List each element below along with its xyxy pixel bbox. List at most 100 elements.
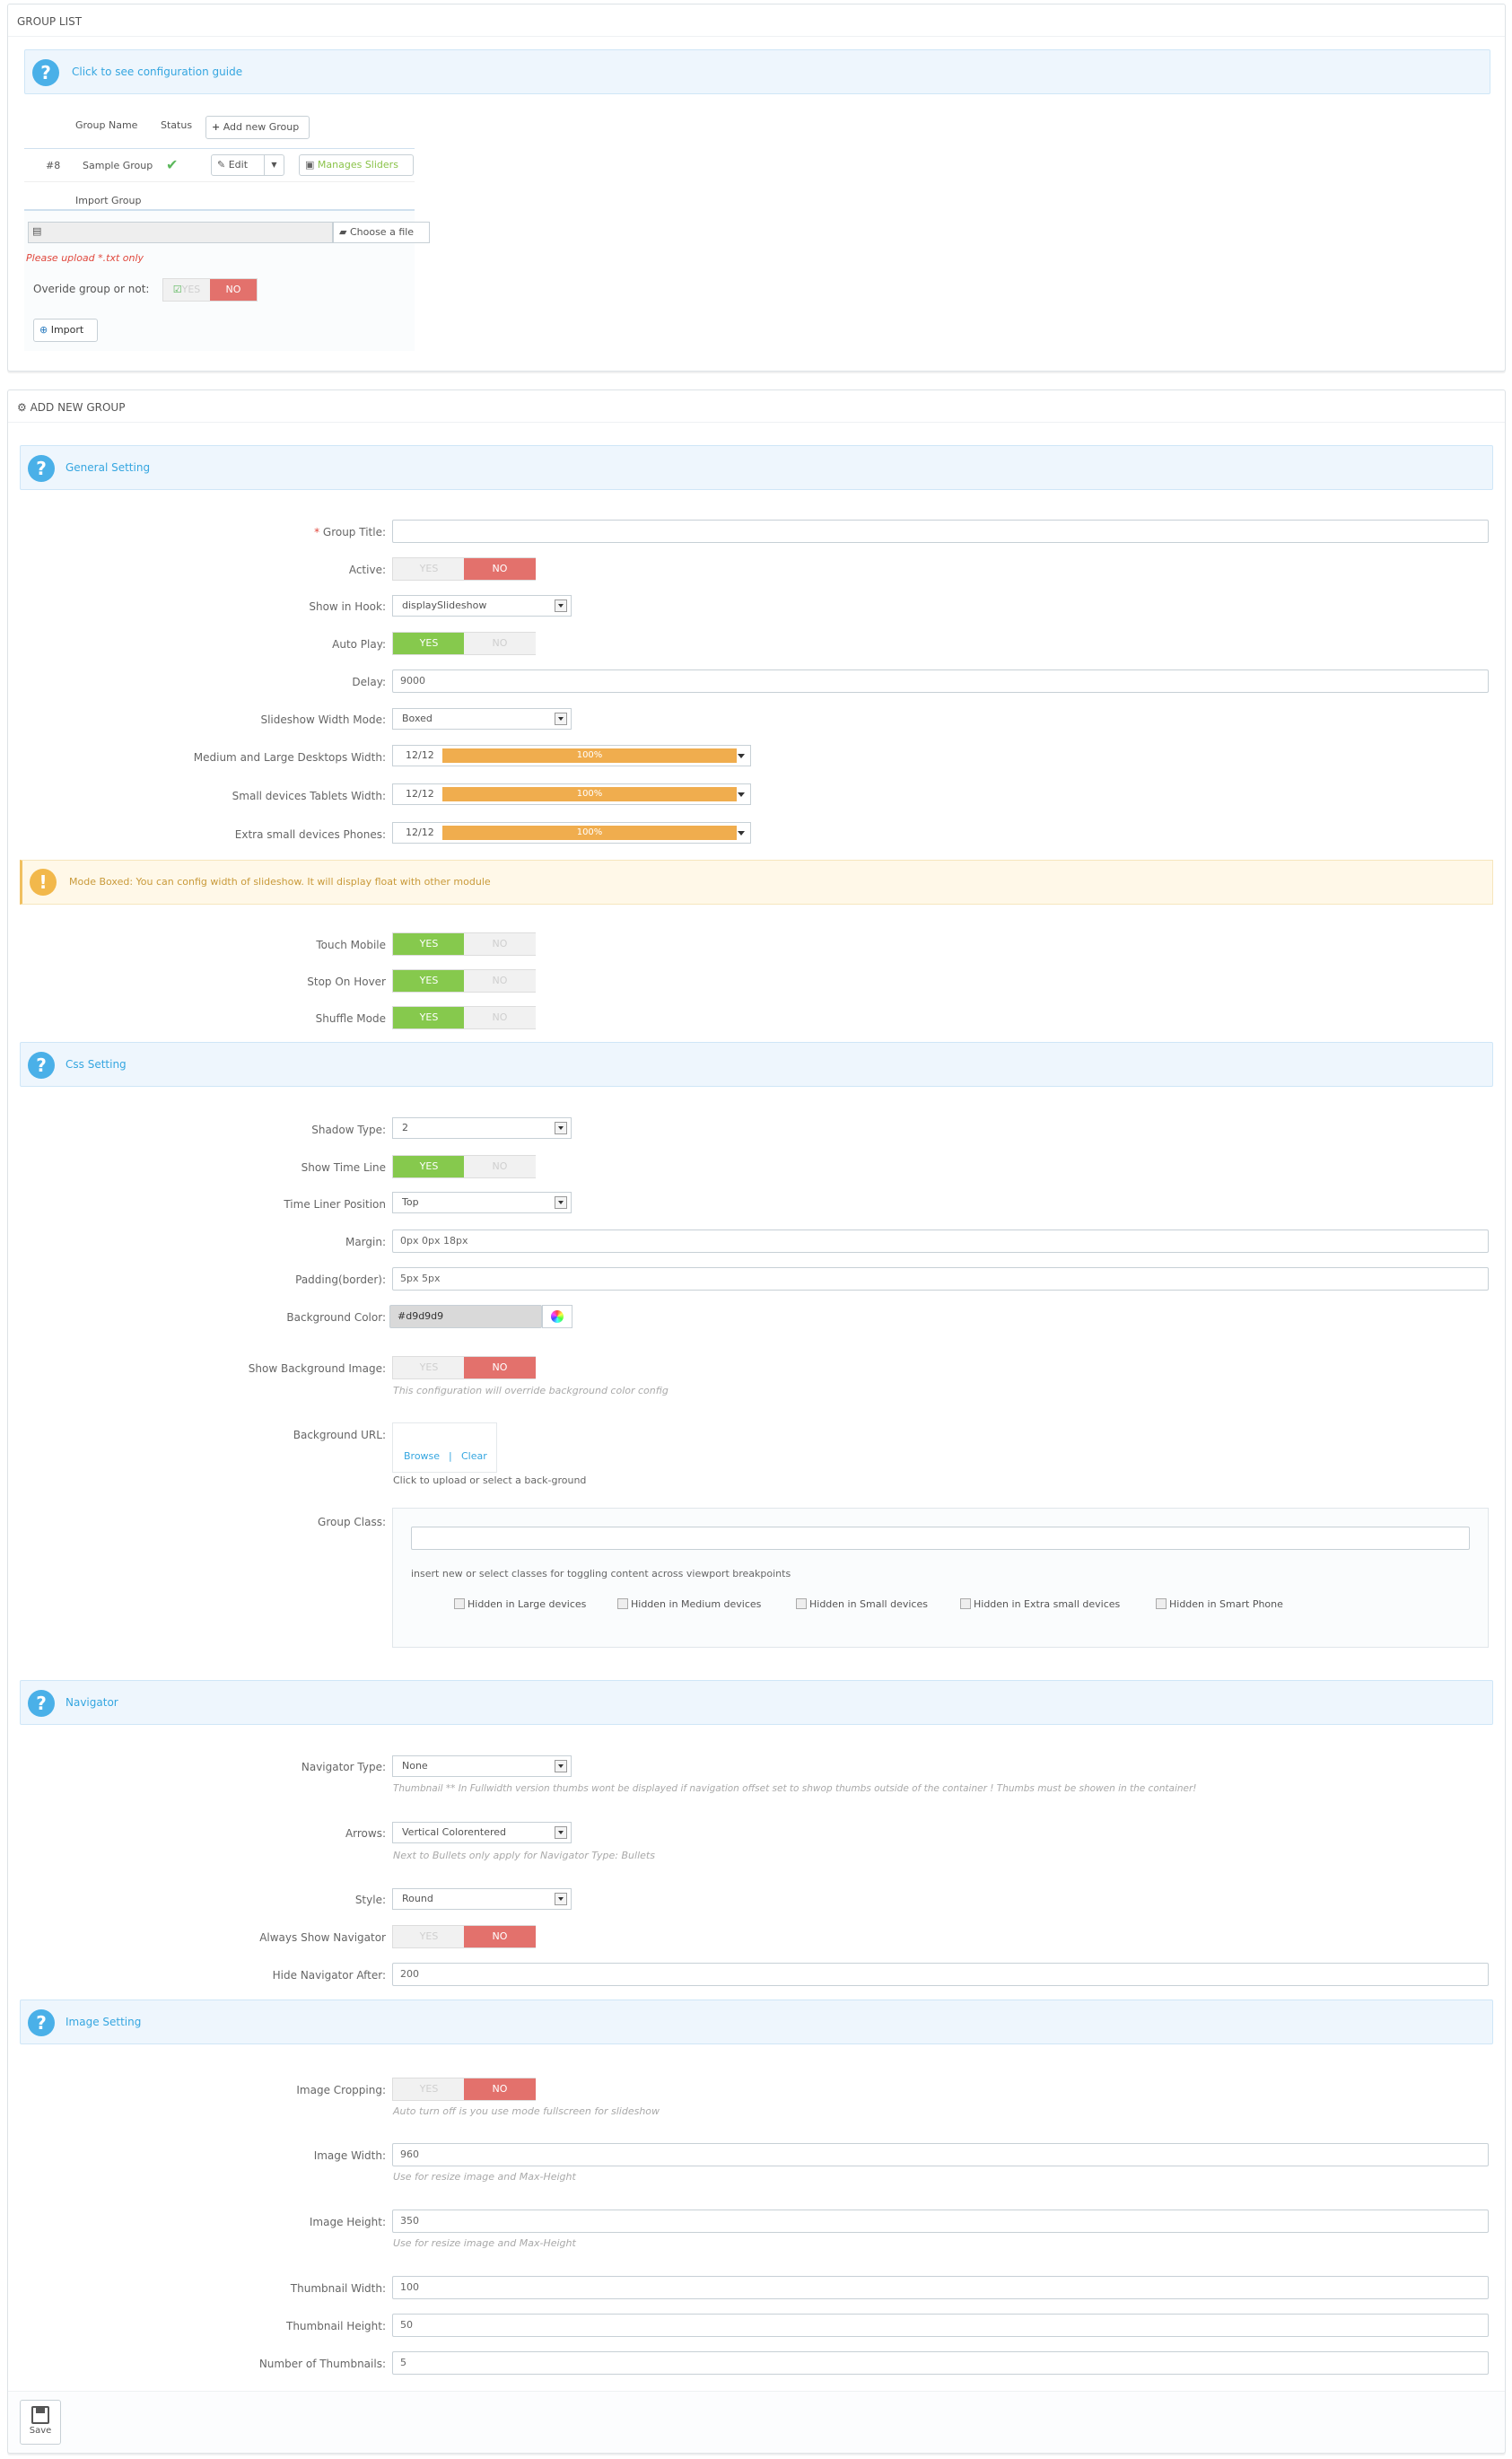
edit-button[interactable]: ✎ Edit ▼ xyxy=(211,154,284,176)
hidden-extra-small-checkbox[interactable]: Hidden in Extra small devices xyxy=(960,1598,1120,1610)
browse-link[interactable]: Browse xyxy=(404,1450,440,1462)
navigator-type-select[interactable]: None xyxy=(392,1755,572,1777)
desktop-width-select[interactable]: 12/12 100% xyxy=(392,745,751,766)
show-background-image-no[interactable]: NO xyxy=(464,1357,536,1378)
hidden-medium-checkbox[interactable]: Hidden in Medium devices xyxy=(617,1598,761,1610)
always-show-navigator-label: Always Show Navigator xyxy=(259,1931,386,1944)
shuffle-mode-yes[interactable]: YES xyxy=(393,1007,465,1028)
arrows-select[interactable]: Vertical Colorentered xyxy=(392,1822,572,1843)
shadow-type-select[interactable]: 2 xyxy=(392,1117,572,1139)
active-no[interactable]: NO xyxy=(464,558,536,580)
always-show-navigator-toggle[interactable]: YES NO xyxy=(392,1925,536,1948)
css-setting-title: Css Setting xyxy=(66,1058,127,1071)
stop-on-hover-toggle[interactable]: YES NO xyxy=(392,969,536,993)
show-background-image-toggle[interactable]: YES NO xyxy=(392,1356,536,1379)
cogs-icon: ⚙ xyxy=(17,401,27,414)
group-class-input[interactable] xyxy=(411,1527,1470,1550)
hide-navigator-after-input[interactable]: 200 xyxy=(392,1963,1489,1986)
hidden-small-checkbox[interactable]: Hidden in Small devices xyxy=(796,1598,928,1610)
navigator-type-label: Navigator Type: xyxy=(301,1761,386,1773)
override-yes-option[interactable]: ☑YES xyxy=(163,279,210,301)
show-time-line-no[interactable]: NO xyxy=(464,1156,536,1177)
width-mode-select[interactable]: Boxed xyxy=(392,708,572,730)
auto-play-toggle[interactable]: YES NO xyxy=(392,632,536,655)
thumbnail-width-input[interactable]: 100 xyxy=(392,2276,1489,2299)
active-label: Active: xyxy=(348,564,386,576)
phone-width-select[interactable]: 12/12 100% xyxy=(392,822,751,844)
import-button[interactable]: ⊕ Import xyxy=(33,319,98,342)
column-group-name: Group Name xyxy=(75,119,138,131)
image-height-input[interactable]: 350 xyxy=(392,2210,1489,2233)
image-height-help: Use for resize image and Max-Height xyxy=(393,2237,576,2249)
general-setting-box: ? General Setting xyxy=(20,445,1493,490)
chevron-down-icon xyxy=(555,1826,567,1839)
hidden-smart-phone-checkbox[interactable]: Hidden in Smart Phone xyxy=(1156,1598,1283,1610)
show-time-line-yes[interactable]: YES xyxy=(393,1156,465,1177)
phone-width-bar: 100% xyxy=(442,826,737,840)
status-check-icon[interactable]: ✔ xyxy=(166,156,178,173)
color-picker-button[interactable] xyxy=(542,1305,572,1328)
hide-navigator-after-label: Hide Navigator After: xyxy=(272,1969,386,1982)
override-no-option[interactable]: NO xyxy=(210,279,257,301)
warning-text: Mode Boxed: You can config width of slid… xyxy=(69,876,491,888)
width-mode-label: Slideshow Width Mode: xyxy=(260,713,386,726)
image-cropping-no[interactable]: NO xyxy=(464,2078,536,2100)
always-show-navigator-no[interactable]: NO xyxy=(464,1926,536,1947)
background-color-input[interactable]: #d9d9d9 xyxy=(389,1305,542,1328)
stop-on-hover-no[interactable]: NO xyxy=(464,970,536,992)
image-width-input[interactable]: 960 xyxy=(392,2143,1489,2166)
guide-info-box: ? Click to see configuration guide xyxy=(24,49,1490,94)
chevron-down-icon[interactable]: ▼ xyxy=(264,155,284,175)
help-question-icon: ? xyxy=(28,1052,55,1079)
auto-play-no[interactable]: NO xyxy=(464,633,536,654)
number-of-thumbnails-input[interactable]: 5 xyxy=(392,2351,1489,2375)
time-liner-position-select[interactable]: Top xyxy=(392,1192,572,1213)
chevron-down-icon xyxy=(555,1893,567,1905)
group-title-input[interactable] xyxy=(392,520,1489,543)
shuffle-mode-no[interactable]: NO xyxy=(464,1007,536,1028)
touch-mobile-toggle[interactable]: YES NO xyxy=(392,932,536,956)
override-toggle[interactable]: ☑YES NO xyxy=(162,278,258,302)
show-in-hook-select[interactable]: displaySlideshow xyxy=(392,595,572,617)
show-background-image-yes[interactable]: YES xyxy=(393,1357,465,1378)
delay-input[interactable]: 9000 xyxy=(392,669,1489,693)
configuration-guide-link[interactable]: Click to see configuration guide xyxy=(72,66,242,78)
image-cropping-yes[interactable]: YES xyxy=(393,2078,465,2100)
save-button[interactable]: Save xyxy=(20,2400,61,2445)
image-cropping-toggle[interactable]: YES NO xyxy=(392,2078,536,2101)
stop-on-hover-yes[interactable]: YES xyxy=(393,970,465,992)
navigator-box: ? Navigator xyxy=(20,1680,1493,1725)
color-wheel-icon xyxy=(551,1310,564,1323)
padding-input[interactable]: 5px 5px xyxy=(392,1267,1489,1291)
touch-mobile-yes[interactable]: YES xyxy=(393,933,465,955)
clear-link[interactable]: Clear xyxy=(461,1450,487,1462)
show-time-line-toggle[interactable]: YES NO xyxy=(392,1155,536,1178)
style-select[interactable]: Round xyxy=(392,1888,572,1910)
thumbnail-height-input[interactable]: 50 xyxy=(392,2314,1489,2337)
shuffle-mode-toggle[interactable]: YES NO xyxy=(392,1006,536,1029)
save-label: Save xyxy=(29,2426,52,2436)
manages-sliders-button[interactable]: ▣ Manages Sliders xyxy=(299,154,414,176)
always-show-navigator-yes[interactable]: YES xyxy=(393,1926,465,1947)
margin-label: Margin: xyxy=(345,1236,386,1248)
margin-input[interactable]: 0px 0px 18px xyxy=(392,1230,1489,1253)
upload-note: Please upload *.txt only xyxy=(26,252,144,264)
auto-play-yes[interactable]: YES xyxy=(393,633,465,654)
choose-file-button[interactable]: ▰ Choose a file xyxy=(333,222,430,243)
background-color-label: Background Color: xyxy=(286,1311,386,1324)
navigator-type-help: Thumbnail ** In Fullwidth version thumbs… xyxy=(393,1783,1197,1794)
plus-icon: + xyxy=(212,121,221,133)
touch-mobile-no[interactable]: NO xyxy=(464,933,536,955)
active-toggle[interactable]: YES NO xyxy=(392,557,536,581)
active-yes[interactable]: YES xyxy=(393,558,465,580)
add-new-group-button[interactable]: + Add new Group xyxy=(205,116,310,139)
file-path-field[interactable]: ▤ xyxy=(28,222,333,243)
tablet-width-label: Small devices Tablets Width: xyxy=(232,790,386,802)
checkbox-icon xyxy=(1156,1598,1167,1609)
hidden-large-checkbox[interactable]: Hidden in Large devices xyxy=(454,1598,586,1610)
edit-label: Edit xyxy=(228,159,249,171)
desktop-width-bar: 100% xyxy=(442,748,737,763)
thumbnail-height-label: Thumbnail Height: xyxy=(286,2320,386,2332)
checkbox-icon xyxy=(617,1598,628,1609)
tablet-width-select[interactable]: 12/12 100% xyxy=(392,783,751,805)
